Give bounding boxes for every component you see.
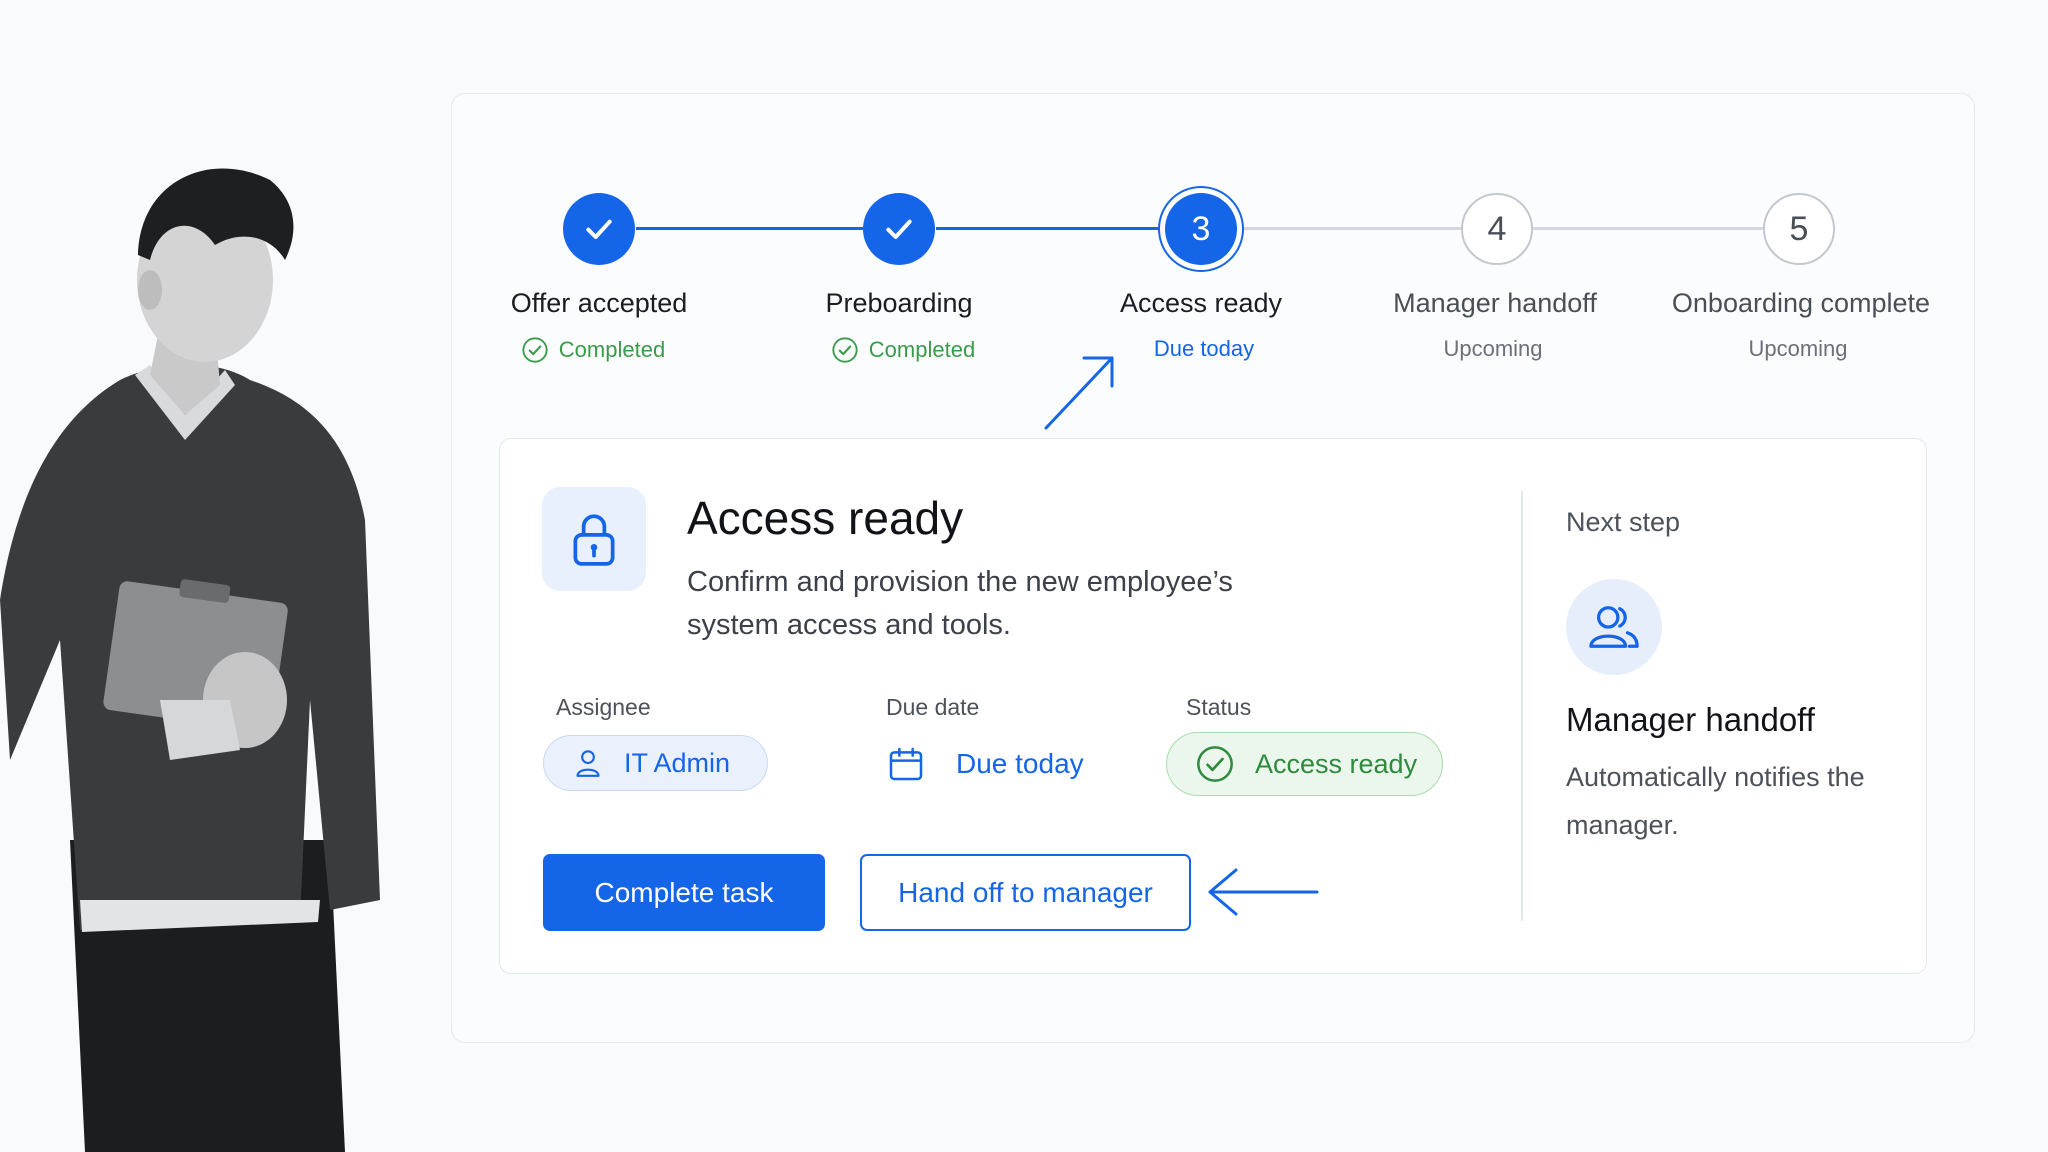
task-detail-card: Access ready Confirm and provision the n…: [499, 438, 1927, 974]
status-label: Status: [1186, 694, 1252, 720]
hand-off-button[interactable]: Hand off to manager: [860, 854, 1191, 931]
due-date-text: Due today: [956, 748, 1084, 779]
step-5-marker[interactable]: 5: [1763, 193, 1835, 265]
next-step-label: Next step: [1566, 507, 1681, 537]
lock-icon: [573, 514, 615, 566]
step-5-status-label: Upcoming: [1748, 336, 1848, 361]
step-2-title: Preboarding: [825, 288, 973, 318]
task-title: Access ready: [687, 492, 964, 544]
step-2-status: Completed: [763, 336, 1043, 364]
step-3-title: Access ready: [1119, 288, 1283, 318]
step-connector: [1237, 227, 1465, 230]
card-divider: [1521, 491, 1523, 921]
next-step-description: Automatically notifies the manager.: [1566, 762, 1865, 840]
assignee-chip[interactable]: IT Admin: [543, 735, 768, 791]
task-description: Confirm and provision the new employee’s…: [687, 566, 1233, 641]
calendar-icon: [889, 747, 923, 781]
status-badge: Access ready: [1166, 732, 1443, 796]
due-date-value: Due today: [886, 739, 1084, 789]
check-circle-icon: [1197, 746, 1233, 782]
employee-illustration: [0, 168, 380, 1152]
step-3-marker[interactable]: 3: [1165, 193, 1237, 265]
check-icon: [586, 219, 612, 239]
step-1-marker[interactable]: [563, 193, 635, 265]
status-text: Access ready: [1255, 748, 1418, 779]
step-2-marker[interactable]: [863, 193, 935, 265]
step-1-title: Offer accepted: [510, 288, 688, 318]
step-4-marker[interactable]: 4: [1461, 193, 1533, 265]
next-step-title: Manager handoff: [1566, 701, 1815, 738]
step-4-status-label: Upcoming: [1443, 336, 1543, 361]
complete-task-button[interactable]: Complete task: [543, 854, 825, 931]
step-4-title: Manager handoff: [1393, 288, 1597, 318]
task-icon-tile: [542, 487, 646, 591]
step-connector: [936, 227, 1166, 230]
assignee-value: IT Admin: [624, 747, 731, 778]
step-1-status: Completed: [453, 336, 733, 364]
step-4-status: Upcoming: [1353, 336, 1633, 362]
check-icon: [886, 219, 912, 239]
step-connector: [1533, 227, 1765, 230]
check-circle-icon: [522, 337, 548, 363]
user-icon: [576, 750, 600, 777]
due-date-label: Due date: [886, 694, 980, 720]
step-2-status-label: Completed: [868, 337, 976, 362]
assignee-label: Assignee: [556, 694, 651, 720]
users-icon: [1589, 606, 1639, 648]
step-3-status-label: Due today: [1153, 336, 1255, 361]
step-1-status-label: Completed: [558, 337, 666, 362]
annotation-arrow-icon: [1044, 356, 1114, 430]
step-connector: [636, 227, 866, 230]
annotation-arrow-icon: [1208, 868, 1319, 916]
next-step-icon-tile: [1566, 579, 1662, 675]
step-5-status: Upcoming: [1658, 336, 1938, 362]
check-circle-icon: [832, 337, 858, 363]
step-5-title: Onboarding complete: [1671, 288, 1931, 318]
